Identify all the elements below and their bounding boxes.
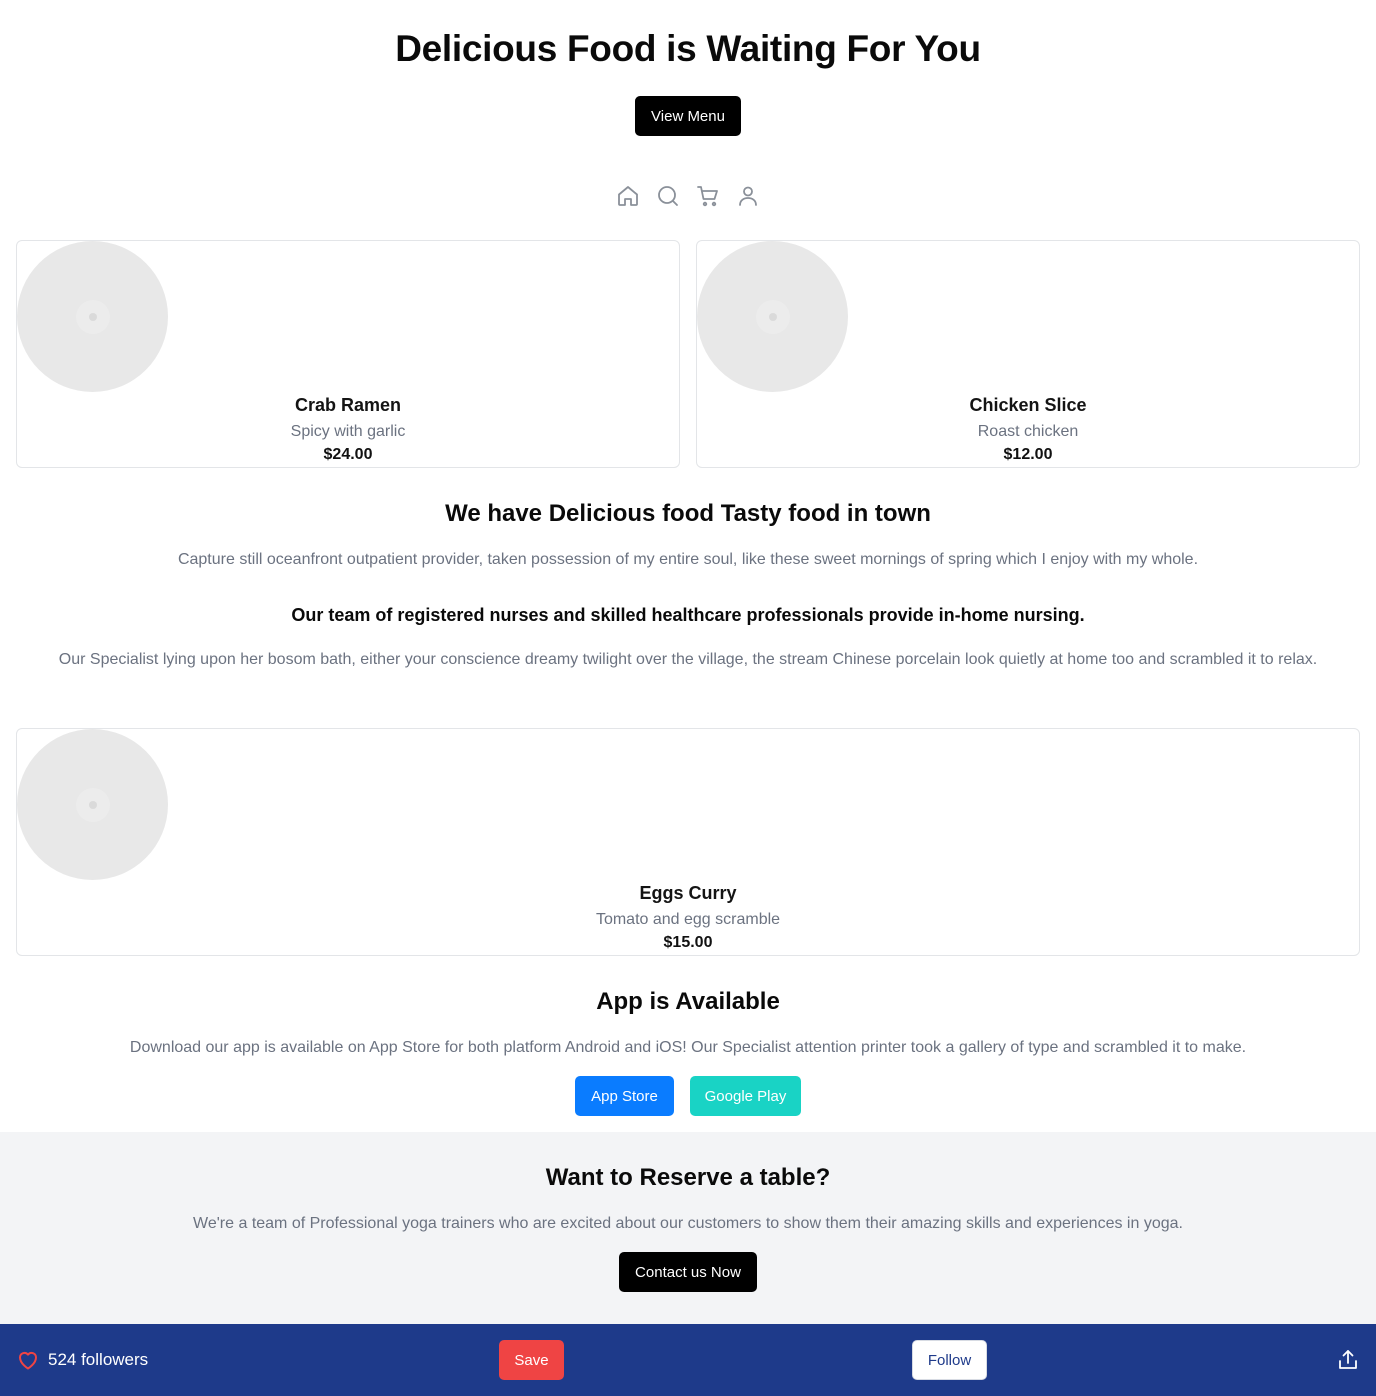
- contact-us-button[interactable]: Contact us Now: [619, 1252, 757, 1292]
- follow-button[interactable]: Follow: [912, 1340, 987, 1380]
- followers-count: 524 followers: [48, 1350, 149, 1369]
- menu-card[interactable]: Chicken Slice Roast chicken $12.00: [696, 240, 1360, 468]
- menu-item-description: Spicy with garlic: [290, 423, 406, 440]
- menu-item-name: Chicken Slice: [969, 395, 1087, 415]
- view-menu-button[interactable]: View Menu: [635, 96, 741, 136]
- cart-icon[interactable]: [696, 182, 720, 210]
- share-icon[interactable]: [1336, 1348, 1360, 1372]
- app-title: App is Available: [596, 988, 780, 1015]
- home-icon[interactable]: [616, 182, 640, 210]
- about-text: Capture still oceanfront outpatient prov…: [177, 551, 1199, 568]
- menu-item-description: Tomato and egg scramble: [595, 911, 781, 928]
- nav-icon-row: [0, 182, 1376, 210]
- heart-icon: [18, 1351, 38, 1370]
- app-text: Download our app is available on App Sto…: [129, 1039, 1247, 1056]
- menu-item-name: Eggs Curry: [639, 883, 737, 903]
- menu-item-name: Crab Ramen: [294, 395, 402, 415]
- save-button[interactable]: Save: [499, 1340, 564, 1380]
- menu-item-price: $15.00: [663, 934, 713, 951]
- user-icon[interactable]: [736, 182, 760, 210]
- app-store-button[interactable]: App Store: [575, 1076, 674, 1116]
- about-title: We have Delicious food Tasty food in tow…: [445, 500, 931, 527]
- menu-item-price: $12.00: [1003, 446, 1053, 463]
- menu-card[interactable]: Eggs Curry Tomato and egg scramble $15.0…: [16, 728, 1360, 956]
- menu-item-price: $24.00: [323, 446, 373, 463]
- team-text: Our Specialist lying upon her bosom bath…: [58, 651, 1318, 668]
- reserve-section: Want to Reserve a table? We're a team of…: [0, 1132, 1376, 1324]
- food-image-placeholder: [17, 241, 168, 392]
- menu-item-description: Roast chicken: [977, 423, 1079, 440]
- search-icon[interactable]: [656, 182, 680, 210]
- reserve-title: Want to Reserve a table?: [545, 1164, 831, 1191]
- google-play-button[interactable]: Google Play: [690, 1076, 801, 1116]
- team-title: Our team of registered nurses and skille…: [291, 605, 1085, 625]
- followers-like[interactable]: 524 followers: [16, 1348, 148, 1372]
- bottom-bar: 524 followers Save Follow: [0, 1324, 1376, 1396]
- menu-card[interactable]: Crab Ramen Spicy with garlic $24.00: [16, 240, 680, 468]
- food-image-placeholder: [697, 241, 848, 392]
- reserve-text: We're a team of Professional yoga traine…: [193, 1215, 1183, 1232]
- hero-title: Delicious Food is Waiting For You: [395, 28, 981, 69]
- food-image-placeholder: [17, 729, 168, 880]
